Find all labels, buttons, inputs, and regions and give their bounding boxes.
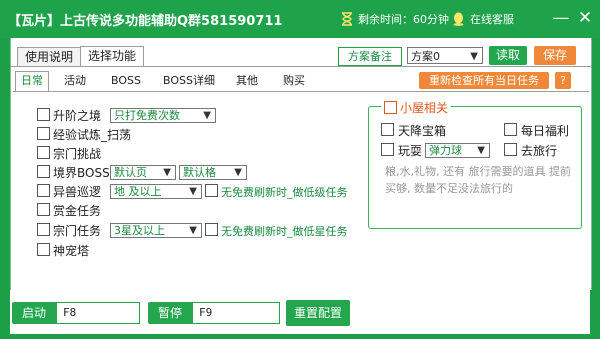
beast-patrol-grade-value: 地 及以上: [114, 185, 162, 198]
recheck-daily-tasks-button[interactable]: 重新检查所有当日任务: [419, 72, 549, 89]
start-hotkey-label: 启动: [12, 302, 56, 324]
chevron-down-icon: ▼: [189, 186, 197, 197]
chevron-down-icon: ▼: [234, 167, 242, 178]
hut-sky-chest-label: 天降宝箱: [398, 124, 447, 138]
window-title: 【瓦片】上古传说多功能辅助Q群581590711: [8, 14, 283, 29]
minimize-button[interactable]: —: [550, 7, 572, 29]
task-checkbox-exp-trial[interactable]: [37, 127, 50, 140]
reset-config-button[interactable]: 重置配置: [286, 300, 350, 326]
title-bar: 【瓦片】上古传说多功能辅助Q群581590711 剩余时间：60分钟 在线客服 …: [0, 0, 600, 38]
task-checkbox-sect-challenge[interactable]: [37, 146, 50, 159]
hut-group-title: 小屋相关: [400, 101, 449, 115]
chevron-down-icon: ▼: [477, 145, 485, 156]
pause-hotkey-label: 暂停: [148, 302, 192, 324]
hut-play-checkbox[interactable]: [381, 143, 394, 156]
task-checkbox-pet-tower[interactable]: [37, 243, 50, 256]
sect-task-star-value: 3星及以上: [114, 224, 165, 237]
hut-daily-welfare-label: 每日福利: [521, 124, 570, 138]
beast-patrol-grade-select[interactable]: 地 及以上 ▼: [110, 184, 202, 199]
tab-daily[interactable]: 日常: [15, 71, 49, 92]
inner-tab-divider: [13, 91, 589, 92]
remaining-time: 剩余时间：60分钟: [341, 11, 449, 27]
task-label-sect-challenge: 宗门挑战: [53, 147, 102, 161]
hut-play-label: 玩耍: [398, 144, 423, 158]
task-label-ascension: 升阶之境: [53, 109, 102, 123]
realm-boss-page-select[interactable]: 默认页 ▼: [110, 165, 176, 180]
hut-daily-welfare-checkbox[interactable]: [504, 123, 517, 136]
realm-boss-slot-select[interactable]: 默认格 ▼: [179, 165, 247, 180]
tab-other[interactable]: 其他: [231, 72, 263, 90]
save-button[interactable]: 保存: [534, 46, 576, 65]
task-checkbox-sect-task[interactable]: [37, 223, 50, 236]
tab-purchase[interactable]: 购买: [278, 72, 310, 90]
tab-events[interactable]: 活动: [59, 72, 91, 90]
ascension-select-value: 只打免费次数: [114, 109, 180, 122]
hut-sky-chest-checkbox[interactable]: [381, 123, 394, 136]
chevron-down-icon: ▼: [203, 110, 211, 121]
tab-boss[interactable]: BOSS: [106, 72, 146, 90]
tab-boss-detail[interactable]: BOSS详细: [158, 72, 220, 90]
task-checkbox-bounty[interactable]: [37, 203, 50, 216]
start-hotkey-input[interactable]: F8: [56, 302, 140, 324]
tab-divider: [11, 66, 591, 67]
task-label-beast-patrol: 异兽巡逻: [53, 185, 102, 199]
bottom-bar: 启动 F8 暂停 F9 重置配置: [10, 290, 590, 334]
plan-select-value: 方案0: [411, 50, 440, 63]
chevron-down-icon: ▼: [163, 167, 171, 178]
tab-select-functions[interactable]: 选择功能: [80, 46, 145, 67]
ascension-select[interactable]: 只打免费次数 ▼: [110, 108, 216, 123]
hut-travel-label: 去旅行: [521, 144, 558, 158]
pause-hotkey-input[interactable]: F9: [192, 302, 280, 324]
tab-instructions[interactable]: 使用说明: [17, 47, 82, 66]
task-label-bounty: 赏金任务: [53, 204, 102, 218]
close-button[interactable]: ✕: [574, 7, 596, 29]
beast-patrol-low-task-label: 无免费刷新时_做低级任务: [221, 186, 348, 199]
task-label-pet-tower: 神宠塔: [53, 244, 90, 258]
plan-note-button[interactable]: 方案备注: [338, 47, 402, 66]
chevron-down-icon: ▼: [189, 225, 197, 236]
qq-penguin-icon: [453, 12, 464, 26]
hut-note: 粮,水,礼物, 还有 旅行需要的道具 提前买够, 数量不足没法旅行的: [385, 165, 571, 195]
plan-select[interactable]: 方案0 ▼: [407, 47, 483, 64]
sect-task-low-star-label: 无免费刷新时_做低星任务: [221, 225, 348, 238]
hourglass-icon: [342, 12, 352, 26]
beast-patrol-low-task-checkbox[interactable]: [205, 184, 218, 197]
realm-boss-slot-value: 默认格: [183, 166, 216, 179]
help-button[interactable]: ?: [555, 72, 571, 89]
online-service-link[interactable]: 在线客服: [452, 11, 514, 27]
hut-group-header: 小屋相关: [381, 99, 452, 116]
hut-play-select-value: 弹力球: [429, 144, 462, 157]
realm-boss-page-value: 默认页: [114, 166, 147, 179]
task-checkbox-realm-boss[interactable]: [37, 165, 50, 178]
main-panel: 使用说明 选择功能 方案备注 方案0 ▼ 读取 保存 日常 活动 BOSS BO…: [10, 38, 592, 290]
hut-travel-checkbox[interactable]: [504, 143, 517, 156]
read-button[interactable]: 读取: [489, 46, 527, 65]
chevron-down-icon: ▼: [470, 51, 478, 62]
task-checkbox-beast-patrol[interactable]: [37, 184, 50, 197]
hut-group-checkbox[interactable]: [384, 101, 397, 114]
task-label-exp-trial: 经验试炼_扫荡: [53, 128, 132, 142]
remaining-time-text: 剩余时间：60分钟: [358, 13, 449, 26]
task-checkbox-ascension[interactable]: [37, 108, 50, 121]
online-service-text: 在线客服: [470, 13, 514, 26]
sect-task-star-select[interactable]: 3星及以上 ▼: [110, 223, 202, 238]
task-label-realm-boss: 境界BOSS: [53, 166, 110, 180]
hut-group: 小屋相关 天降宝箱 每日福利 玩耍 弹力球 ▼ 去旅行 粮,水,礼物, 还有 旅行…: [368, 99, 582, 229]
hut-play-select[interactable]: 弹力球 ▼: [425, 143, 490, 158]
sect-task-low-star-checkbox[interactable]: [205, 223, 218, 236]
task-label-sect-task: 宗门任务: [53, 224, 102, 238]
